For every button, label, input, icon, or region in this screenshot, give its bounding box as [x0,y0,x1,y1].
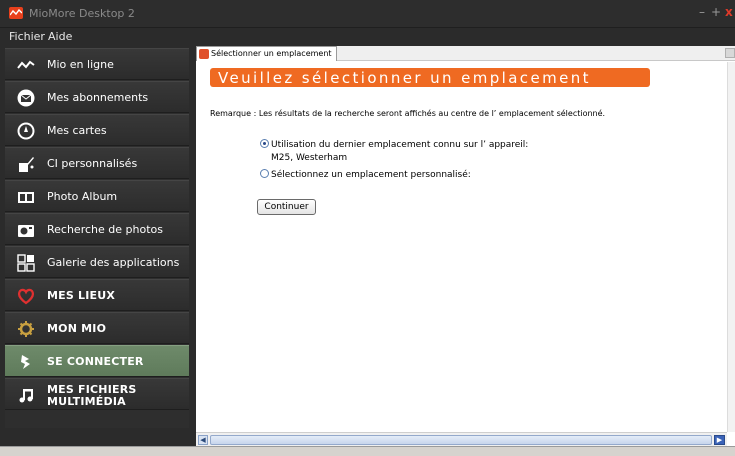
menu-help[interactable]: Aide [48,30,72,43]
last-location-value: M25, Westerham [271,153,348,163]
sidebar-item-custom-poi[interactable]: CI personnalisés [5,147,189,179]
envelope-icon [17,89,35,107]
horizontal-scrollbar[interactable]: ◀ ▶ [196,432,727,446]
sidebar-item-label: MES FICHIERS MULTIMÉDIA [47,383,137,408]
sidebar: Mio en ligne Mes abonnements Mes cartes … [5,48,189,428]
sidebar-item-connect[interactable]: SE CONNECTER [5,345,189,377]
sidebar-item-label: Mes cartes [47,124,107,137]
close-button[interactable]: x [725,6,733,18]
status-bar [0,446,735,456]
maximize-button[interactable]: + [711,6,721,18]
sidebar-item-subscriptions[interactable]: Mes abonnements [5,81,189,113]
tab-app-icon [199,49,209,59]
sidebar-item-label: Photo Album [47,190,118,203]
scroll-right-icon[interactable]: ▶ [714,435,725,445]
photo-album-icon [18,192,34,203]
window-title: MioMore Desktop 2 [29,7,135,20]
heading-banner: Veuillez sélectionner un emplacement [210,68,650,87]
option-last-location[interactable]: Utilisation du dernier emplacement connu… [260,139,528,150]
continue-button[interactable]: Continuer [257,199,316,215]
title-bar[interactable]: MioMore Desktop 2 – + x [0,0,735,28]
usb-plug-icon [21,355,30,369]
tab-bar: Sélectionner un emplacement [196,46,735,61]
sidebar-item-label: CI personnalisés [47,157,138,170]
content-pane: Sélectionner un emplacement Veuillez sél… [196,46,735,446]
sidebar-item-label: Galerie des applications [47,256,180,269]
app-grid-icon [17,254,35,272]
sidebar-item-label: Mio en ligne [47,58,114,71]
camera-icon [18,225,34,237]
sidebar-item-photo-album[interactable]: Photo Album [5,180,189,212]
sidebar-item-label: SE CONNECTER [47,355,144,368]
remark-text: Remarque : Les résultats de la recherche… [210,109,606,118]
menu-file[interactable]: Fichier [9,30,45,43]
tab-select-location[interactable]: Sélectionner un emplacement [196,46,337,61]
music-note-icon [19,389,33,403]
radio-custom-location[interactable] [260,169,269,178]
tab-label: Sélectionner un emplacement [211,49,332,58]
option-custom-location[interactable]: Sélectionnez un emplacement personnalisé… [260,169,471,180]
sidebar-item-label: MES LIEUX [47,289,116,302]
sidebar-item-label: MON MIO [47,322,107,335]
option-label: Utilisation du dernier emplacement connu… [271,140,529,150]
scroll-thumb[interactable] [210,435,712,445]
page-title: Veuillez sélectionner un emplacement [218,69,591,87]
brush-icon [19,157,34,172]
sidebar-item-app-gallery[interactable]: Galerie des applications [5,246,189,278]
option-label: Sélectionnez un emplacement personnalisé… [271,170,471,180]
sidebar-item-label: Recherche de photos [47,223,163,236]
sidebar-item-my-mio[interactable]: MON MIO [5,312,189,344]
app-logo-icon [9,7,23,19]
gear-icon [18,321,34,337]
app-window: MioMore Desktop 2 – + x Fichier Aide Mio… [0,0,735,456]
sidebar-item-photo-search[interactable]: Recherche de photos [5,213,189,245]
sidebar-item-my-places[interactable]: MES LIEUX [5,279,189,311]
tab-close-button[interactable] [725,48,735,58]
minimize-button[interactable]: – [699,6,705,18]
scroll-left-icon[interactable]: ◀ [198,435,208,445]
radio-last-location[interactable] [260,139,269,148]
vertical-scrollbar[interactable] [727,62,735,432]
compass-icon [17,122,35,140]
sidebar-item-maps[interactable]: Mes cartes [5,114,189,146]
sidebar-item-media-files[interactable]: MES FICHIERS MULTIMÉDIA [5,378,189,410]
heart-icon [18,288,34,305]
menu-bar: Fichier Aide [0,28,735,44]
sidebar-item-mio-online[interactable]: Mio en ligne [5,48,189,80]
sidebar-item-label: Mes abonnements [47,91,149,104]
signal-wave-icon [17,60,35,69]
